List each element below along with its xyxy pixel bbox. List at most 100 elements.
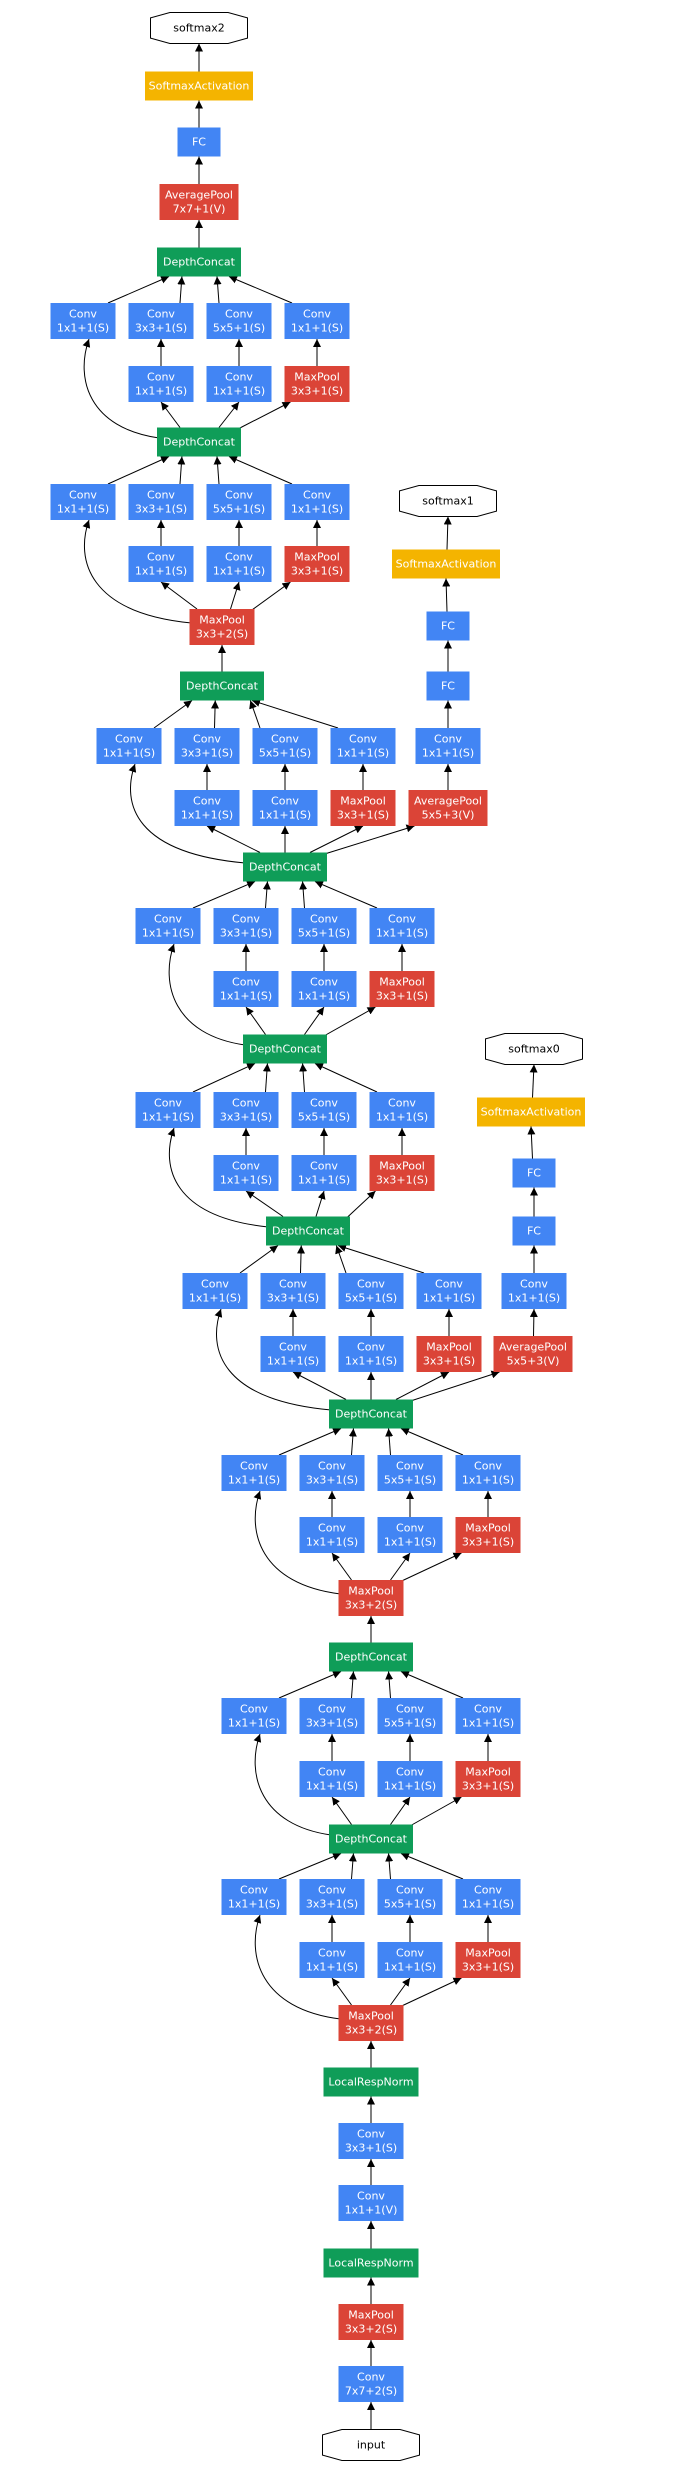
node-label: Conv	[435, 1278, 463, 1291]
node-conv-i5a-b3: Conv5x5+1(S)	[206, 484, 272, 520]
node-conv-i4c-b3: Conv5x5+1(S)	[291, 1092, 357, 1128]
node-conv-i3a-b2: Conv3x3+1(S)	[299, 1879, 365, 1915]
edge-aux0-pool-to-aux0-conv	[529, 1308, 538, 1337]
node-label: softmax1	[422, 495, 473, 508]
edge-i3a-cat-to-i3b-b3r	[390, 1796, 411, 1825]
edge-i4a-cat-to-i4b-pool	[395, 1371, 450, 1400]
node-conv-i4e-b1: Conv1x1+1(S)	[96, 728, 162, 764]
node-conv-i4a-b2r: Conv1x1+1(S)	[299, 1517, 365, 1553]
edge-i4a-b3-to-i4a-cat	[385, 1428, 394, 1456]
node-conv-i4c-b4: Conv1x1+1(S)	[369, 1092, 435, 1128]
node-label: Conv	[310, 1160, 338, 1173]
node-label: Conv	[225, 551, 253, 564]
node-label: 5x5+1(S)	[298, 1111, 350, 1124]
node-label: 1x1+1(S)	[337, 747, 389, 760]
node-label: Conv	[318, 1947, 346, 1960]
node-label: 1x1+1(S)	[259, 809, 311, 822]
node-pool-i5b-pool: MaxPool3x3+1(S)	[284, 366, 350, 402]
node-label: 1x1+1(S)	[384, 1780, 436, 1793]
edge-i4d-b4-to-i4d-cat	[314, 880, 378, 909]
node-label: 3x3+1(S)	[462, 1961, 514, 1974]
node-fc-fc: FC	[177, 127, 221, 157]
node-label: Conv	[225, 371, 253, 384]
node-conv-i4d-b1: Conv1x1+1(S)	[135, 908, 201, 944]
node-conv-i3b-b2r: Conv1x1+1(S)	[299, 1761, 365, 1797]
node-pool-i3b-pool: MaxPool3x3+1(S)	[455, 1761, 521, 1797]
node-label: 1x1+1(S)	[228, 1474, 280, 1487]
node-label: 1x1+1(S)	[306, 1536, 358, 1549]
node-conv-i4d-b4: Conv1x1+1(S)	[369, 908, 435, 944]
edge-aux1-fc2-to-aux1-act	[442, 578, 451, 612]
node-label: 1x1+1(S)	[228, 1898, 280, 1911]
node-conv-i5b-b4: Conv1x1+1(S)	[284, 303, 350, 339]
node-pool-pool4: MaxPool3x3+2(S)	[189, 609, 255, 645]
node-conv-i4e-b3r: Conv1x1+1(S)	[252, 790, 318, 826]
googlenet-diagram: inputConv7x7+2(S)MaxPool3x3+2(S)LocalRes…	[50, 12, 585, 2461]
node-label: 1x1+1(S)	[298, 1174, 350, 1187]
node-conv-i3b-b2: Conv3x3+1(S)	[299, 1698, 365, 1734]
edge-i3a-b3-to-i3a-cat	[385, 1853, 394, 1880]
node-label: Conv	[154, 913, 182, 926]
node-label: Conv	[357, 1278, 385, 1291]
node-conv-i5a-b1: Conv1x1+1(S)	[50, 484, 116, 520]
node-label: Conv	[474, 1703, 502, 1716]
node-conv-i4c-b1: Conv1x1+1(S)	[135, 1092, 201, 1128]
node-pool-aux1-pool: AveragePool5x5+3(V)	[408, 790, 488, 826]
node-conv-i4d-b2: Conv3x3+1(S)	[213, 908, 279, 944]
edge-i4a-cat-to-i4b-b2r	[292, 1371, 347, 1400]
node-concat-i4d-cat: DepthConcat	[243, 852, 327, 882]
node-label: DepthConcat	[249, 861, 322, 874]
node-label: DepthConcat	[335, 1651, 408, 1664]
node-conv-i5b-b2r: Conv1x1+1(S)	[128, 366, 194, 402]
edge-aux0-fc2-to-aux0-act	[527, 1126, 536, 1159]
edge-i3a-b4-to-i3a-cat	[400, 1852, 464, 1880]
node-norm-lrn2: LocalRespNorm	[323, 2067, 419, 2097]
node-label: AveragePool	[165, 189, 233, 202]
node-label: Conv	[147, 489, 175, 502]
node-label: 1x1+1(S)	[462, 1474, 514, 1487]
node-pool-i5a-pool: MaxPool3x3+1(S)	[284, 546, 350, 582]
node-conv-i4a-b2: Conv3x3+1(S)	[299, 1455, 365, 1491]
node-label: MaxPool	[294, 371, 340, 384]
node-label: MaxPool	[379, 1160, 425, 1173]
node-label: 7x7+1(V)	[173, 203, 226, 216]
edge-i4e-b1-to-i4e-cat	[153, 700, 193, 729]
node-label: 1x1+1(S)	[306, 1780, 358, 1793]
node-activation-act: SoftmaxActivation	[145, 71, 253, 101]
node-concat-i5b-cat: DepthConcat	[157, 247, 241, 277]
node-label: 1x1+1(S)	[135, 565, 187, 578]
node-fc-aux0-fc2: FC	[512, 1158, 556, 1188]
node-activation-aux1-act: SoftmaxActivation	[392, 549, 500, 579]
edge-aux0-act-to-softmax0	[529, 1064, 538, 1098]
node-conv-i5a-b2: Conv3x3+1(S)	[128, 484, 194, 520]
node-label: 3x3+1(S)	[345, 2142, 397, 2155]
node-label: 3x3+1(S)	[291, 565, 343, 578]
node-label: 1x1+1(S)	[213, 565, 265, 578]
edge-i5a-b1-to-i5a-cat	[107, 456, 170, 485]
node-label: Conv	[318, 1766, 346, 1779]
node-conv-i4b-b2r: Conv1x1+1(S)	[260, 1336, 326, 1372]
node-label: 3x3+1(S)	[220, 927, 272, 940]
node-label: Conv	[193, 795, 221, 808]
node-label: Conv	[240, 1460, 268, 1473]
node-label: MaxPool	[465, 1947, 511, 1960]
node-label: Conv	[474, 1884, 502, 1897]
edge-i5a-b2-to-i5a-cat	[177, 456, 186, 485]
node-label: FC	[441, 680, 455, 693]
node-label: Conv	[520, 1278, 548, 1291]
node-label: 3x3+2(S)	[196, 628, 248, 641]
node-label: Conv	[349, 733, 377, 746]
node-label: 1x1+1(S)	[306, 1961, 358, 1974]
node-fc-aux0-fc1: FC	[512, 1216, 556, 1246]
node-label: Conv	[318, 1522, 346, 1535]
node-label: 5x5+1(S)	[259, 747, 311, 760]
node-concat-i4c-cat: DepthConcat	[243, 1034, 327, 1064]
node-label: 3x3+1(S)	[423, 1355, 475, 1368]
edge-i4b-b1-to-i4b-cat	[239, 1245, 279, 1274]
edge-aux1-act-to-softmax1	[443, 516, 452, 550]
node-terminal-softmax1: softmax1	[399, 485, 497, 517]
node-label: Conv	[232, 1097, 260, 1110]
node-label: Conv	[303, 489, 331, 502]
node-conv-i5a-b3r: Conv1x1+1(S)	[206, 546, 272, 582]
node-label: MaxPool	[348, 2309, 394, 2322]
